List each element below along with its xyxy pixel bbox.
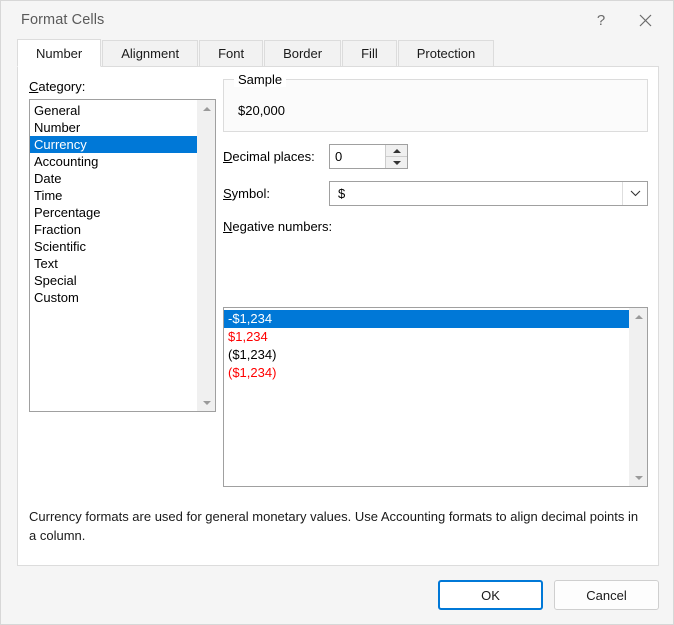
close-icon: [639, 14, 651, 26]
stepper-buttons: [385, 145, 407, 168]
number-options-column: Sample $20,000 Decimal places: 0 Symbol:…: [223, 72, 648, 234]
triangle-up-icon: [392, 148, 401, 153]
negative-numbers-scrollbar[interactable]: [629, 308, 647, 486]
list-item[interactable]: ($1,234): [224, 364, 629, 382]
list-item[interactable]: Date: [30, 170, 197, 187]
tab-number[interactable]: Number: [17, 39, 102, 67]
scroll-up-button[interactable]: [198, 100, 215, 117]
list-item[interactable]: -$1,234: [224, 310, 629, 328]
format-cells-dialog: Format Cells ? Number Alignment Font Bor…: [0, 0, 674, 625]
tab-strip: Number Alignment Font Border Fill Protec…: [17, 39, 659, 67]
ok-button[interactable]: OK: [438, 580, 543, 610]
chevron-down-icon: [630, 190, 640, 197]
decimal-places-label-rest: ecimal places:: [232, 149, 315, 164]
tab-font[interactable]: Font: [199, 40, 264, 67]
help-button[interactable]: ?: [579, 4, 623, 36]
question-mark-icon: ?: [596, 11, 606, 29]
symbol-dropdown-button[interactable]: [622, 182, 647, 205]
symbol-combobox[interactable]: $: [329, 181, 648, 206]
decimal-places-label: Decimal places:: [223, 149, 315, 164]
title-bar: Format Cells ?: [1, 1, 673, 39]
list-item[interactable]: Text: [30, 255, 197, 272]
decimal-places-stepper[interactable]: [329, 144, 408, 169]
category-label-rest: ategory:: [38, 79, 86, 94]
list-item[interactable]: Special: [30, 272, 197, 289]
category-label: Category:: [29, 79, 86, 94]
list-item[interactable]: Custom: [30, 289, 197, 306]
negative-numbers-label-rest: egative numbers:: [232, 219, 333, 234]
category-scrollbar[interactable]: [197, 100, 215, 411]
tab-label: Fill: [361, 46, 378, 61]
decimal-places-input[interactable]: [330, 145, 385, 168]
negative-numbers-list-items: -$1,234 $1,234 ($1,234) ($1,234): [224, 308, 629, 486]
list-item[interactable]: Currency: [30, 136, 197, 153]
sample-group-title: Sample: [234, 72, 287, 87]
tab-fill[interactable]: Fill: [342, 40, 397, 67]
dialog-footer: OK Cancel: [1, 566, 673, 624]
sample-value: $20,000: [238, 103, 285, 118]
format-description: Currency formats are used for general mo…: [29, 509, 639, 543]
tab-label: Protection: [416, 46, 476, 61]
triangle-down-icon: [202, 400, 211, 405]
tab-border[interactable]: Border: [264, 40, 342, 67]
tab-label: Font: [218, 46, 245, 61]
negative-numbers-listbox[interactable]: -$1,234 $1,234 ($1,234) ($1,234): [223, 307, 648, 487]
stepper-decrement-button[interactable]: [386, 157, 407, 168]
list-item[interactable]: Number: [30, 119, 197, 136]
list-item[interactable]: ($1,234): [224, 346, 629, 364]
triangle-down-icon: [392, 160, 401, 165]
title-bar-buttons: ?: [579, 1, 667, 39]
list-item[interactable]: Fraction: [30, 221, 197, 238]
list-item[interactable]: Accounting: [30, 153, 197, 170]
triangle-up-icon: [634, 314, 643, 319]
symbol-label: Symbol:: [223, 186, 270, 201]
dialog-title: Format Cells: [21, 12, 105, 28]
triangle-up-icon: [202, 106, 211, 111]
symbol-row: Symbol: $: [223, 181, 648, 206]
list-item[interactable]: General: [30, 102, 197, 119]
list-item[interactable]: Percentage: [30, 204, 197, 221]
list-item[interactable]: Scientific: [30, 238, 197, 255]
tab-label: Border: [283, 46, 323, 61]
list-item[interactable]: Time: [30, 187, 197, 204]
triangle-down-icon: [634, 475, 643, 480]
close-button[interactable]: [623, 4, 667, 36]
stepper-increment-button[interactable]: [386, 145, 407, 157]
scroll-down-button[interactable]: [630, 469, 647, 486]
category-listbox[interactable]: General Number Currency Accounting Date …: [29, 99, 216, 412]
cancel-button[interactable]: Cancel: [554, 580, 659, 610]
sample-groupbox: Sample $20,000: [223, 72, 648, 132]
list-item[interactable]: $1,234: [224, 328, 629, 346]
tab-label: Alignment: [121, 46, 180, 61]
decimal-places-row: Decimal places:: [223, 144, 648, 169]
negative-numbers-label: Negative numbers:: [223, 219, 333, 234]
tab-alignment[interactable]: Alignment: [102, 40, 199, 67]
symbol-value: $: [338, 186, 346, 201]
category-list-items: General Number Currency Accounting Date …: [30, 100, 197, 411]
scroll-down-button[interactable]: [198, 394, 215, 411]
tab-label: Number: [36, 45, 83, 61]
tab-protection[interactable]: Protection: [397, 40, 495, 67]
scroll-up-button[interactable]: [630, 308, 647, 325]
symbol-label-rest: ymbol:: [231, 186, 270, 201]
number-tab-panel: Category: General Number Currency Accoun…: [17, 67, 659, 566]
